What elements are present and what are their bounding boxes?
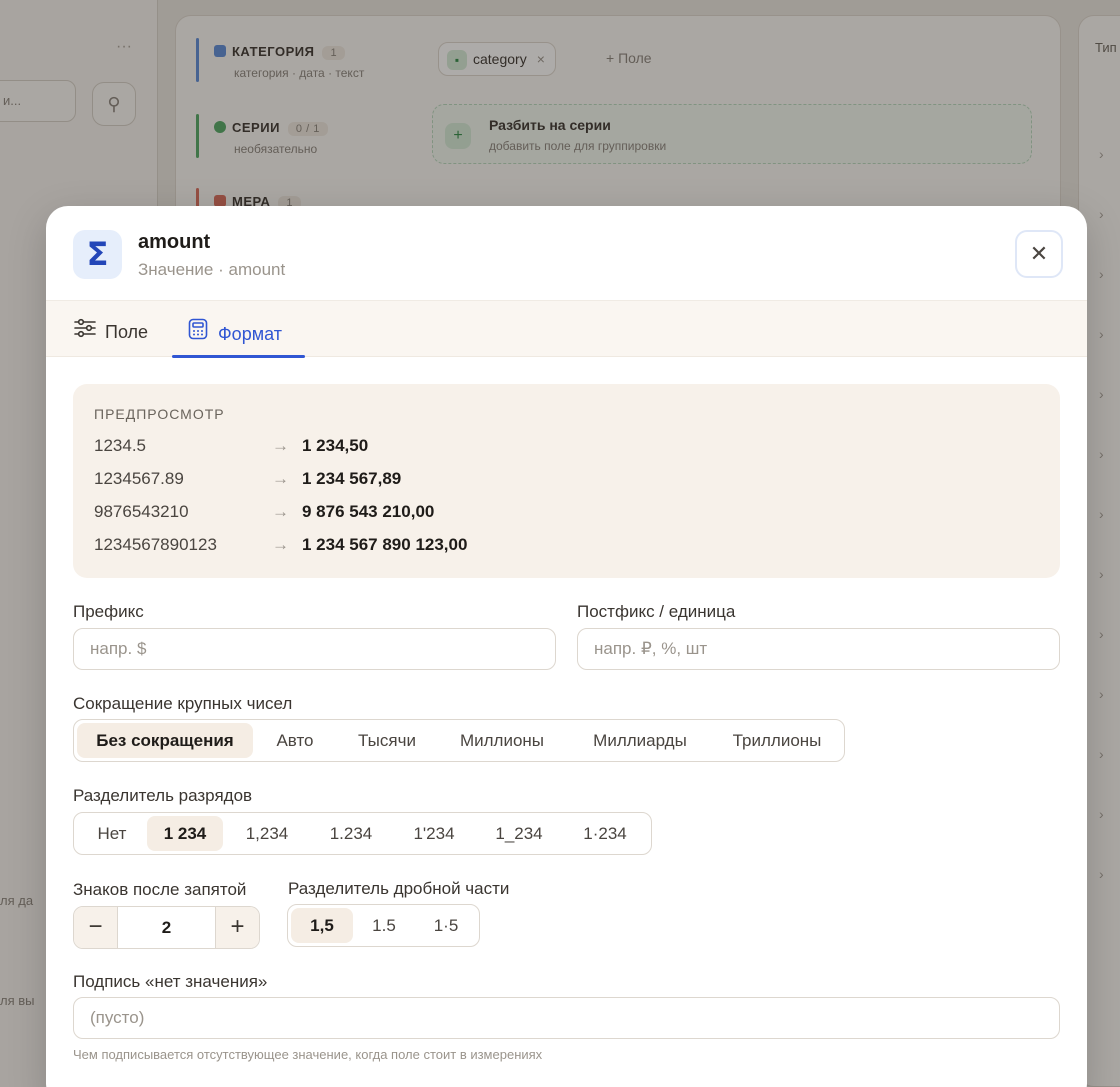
decimal-separator-option[interactable]: 1·5 <box>415 908 477 943</box>
abbrev-label: Сокращение крупных чисел <box>73 694 293 713</box>
thousands-option[interactable]: 1.234 <box>311 816 391 851</box>
null-label-help: Чем подписывается отсутствующее значение… <box>73 1047 543 1062</box>
close-icon: ✕ <box>1029 241 1049 266</box>
preview-result: 9 876 543 210,00 <box>302 502 435 521</box>
abbrev-option-none[interactable]: Без сокращения <box>77 723 253 758</box>
arrow-right-icon: → <box>272 535 289 554</box>
tab-bar: Поле Формат <box>46 301 1087 358</box>
decimal-separator-label: Разделитель дробной части <box>288 879 510 898</box>
preview-source: 1234.5 <box>94 436 146 455</box>
thousands-label: Разделитель разрядов <box>73 786 253 805</box>
null-label-label: Подпись «нет значения» <box>73 972 268 991</box>
abbrev-option-billions[interactable]: Миллиарды <box>567 723 713 758</box>
decimal-separator-segmented-control: 1,5 1.5 1·5 <box>287 904 480 947</box>
thousands-option[interactable]: 1 234 <box>147 816 223 851</box>
decimals-value[interactable]: 2 <box>118 907 215 948</box>
tab-field[interactable]: Поле <box>73 301 148 357</box>
tab-format[interactable]: Формат <box>172 301 305 358</box>
thousands-option[interactable]: 1_234 <box>477 816 561 851</box>
sigma-icon: Σ <box>73 230 122 279</box>
calculator-icon <box>186 318 210 345</box>
preview-source: 1234567890123 <box>94 535 217 554</box>
abbrev-segmented-control: Без сокращения Авто Тысячи Миллионы Миллиард… <box>73 719 845 762</box>
close-button[interactable]: ✕ <box>1015 230 1063 278</box>
abbrev-option-millions[interactable]: Миллионы <box>437 723 567 758</box>
arrow-right-icon: → <box>272 469 289 488</box>
preview-result: 1 234,50 <box>302 436 369 455</box>
thousands-option[interactable]: Нет <box>77 816 147 851</box>
thousands-option[interactable]: 1,234 <box>223 816 311 851</box>
tab-label: Поле <box>105 322 149 342</box>
abbrev-option-trillions[interactable]: Триллионы <box>713 723 841 758</box>
field-settings-dialog: Σ amount Значение · amount ✕ Поле Формат… <box>46 206 1087 1087</box>
decimal-separator-option[interactable]: 1,5 <box>291 908 353 943</box>
preview-box: ПРЕДПРОСМОТР 1234.5 → 1 234,50 1234567.8… <box>73 384 1060 578</box>
dialog-title: amount <box>138 231 211 253</box>
tab-label: Формат <box>218 324 282 344</box>
abbrev-option-thousands[interactable]: Тысячи <box>337 723 437 758</box>
thousands-option[interactable]: 1·234 <box>561 816 649 851</box>
preview-source: 9876543210 <box>94 502 189 521</box>
preview-source: 1234567.89 <box>94 469 184 488</box>
decimal-separator-option[interactable]: 1.5 <box>353 908 415 943</box>
decimals-label: Знаков после запятой <box>73 880 247 899</box>
decrement-button[interactable]: − <box>74 907 118 948</box>
arrow-right-icon: → <box>272 502 289 521</box>
dialog-subtitle: Значение · amount <box>138 260 286 279</box>
increment-button[interactable]: + <box>215 907 259 948</box>
arrow-right-icon: → <box>272 436 289 455</box>
postfix-input[interactable] <box>577 628 1060 670</box>
dialog-header: Σ amount Значение · amount ✕ <box>46 206 1087 301</box>
thousands-segmented-control: Нет 1 234 1,234 1.234 1'234 1_234 1·234 <box>73 812 652 855</box>
abbrev-option-auto[interactable]: Авто <box>253 723 337 758</box>
preview-result: 1 234 567 890 123,00 <box>302 535 468 554</box>
sliders-icon <box>73 318 97 343</box>
preview-title: ПРЕДПРОСМОТР <box>94 406 225 422</box>
preview-result: 1 234 567,89 <box>302 469 402 488</box>
prefix-input[interactable] <box>73 628 556 670</box>
thousands-option[interactable]: 1'234 <box>391 816 477 851</box>
decimals-stepper: − 2 + <box>73 906 260 949</box>
postfix-label: Постфикс / единица <box>577 602 736 621</box>
prefix-label: Префикс <box>73 602 144 621</box>
null-label-input[interactable] <box>73 997 1060 1039</box>
